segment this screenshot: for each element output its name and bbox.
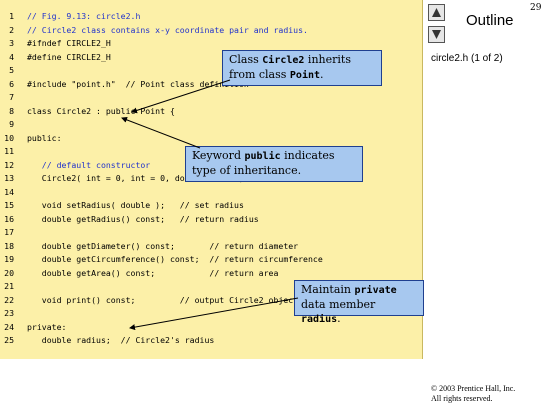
callout-inheritance: Class Circle2 inherits from class Point.	[222, 50, 382, 86]
code-line: 25 double radius; // Circle2's radius	[0, 333, 420, 348]
code-text: double radius; // Circle2's radius	[27, 335, 215, 345]
nav-down-button[interactable]	[428, 26, 445, 43]
file-label: circle2.h (1 of 2)	[431, 53, 503, 64]
callout-code: public	[244, 151, 281, 162]
page-number: 29	[530, 3, 542, 13]
callout-text: Maintain	[301, 283, 355, 296]
copyright: © 2003 Prentice Hall, Inc. All rights re…	[431, 384, 515, 404]
copyright-line: All rights reserved.	[431, 394, 493, 403]
callout-text: data member	[301, 298, 376, 311]
callout-text: .	[337, 312, 341, 325]
callout-keyword-public: Keyword public indicates type of inherit…	[185, 146, 363, 182]
callout-text: Keyword	[192, 149, 245, 162]
callout-text: .	[320, 68, 324, 81]
line-number: 25	[4, 335, 14, 345]
callout-code: radius	[301, 314, 338, 325]
copyright-line: © 2003 Prentice Hall, Inc.	[431, 384, 516, 393]
triangle-up-icon	[432, 8, 441, 17]
callout-code: private	[354, 285, 397, 296]
callout-private-radius: Maintain private data member radius.	[294, 280, 424, 325]
triangle-down-icon	[432, 30, 441, 39]
callout-text: Class	[229, 53, 263, 66]
callout-code: Circle2	[262, 55, 305, 66]
outline-heading: Outline	[466, 12, 514, 29]
nav-up-button[interactable]	[428, 4, 445, 21]
callout-code: Point	[289, 70, 321, 81]
